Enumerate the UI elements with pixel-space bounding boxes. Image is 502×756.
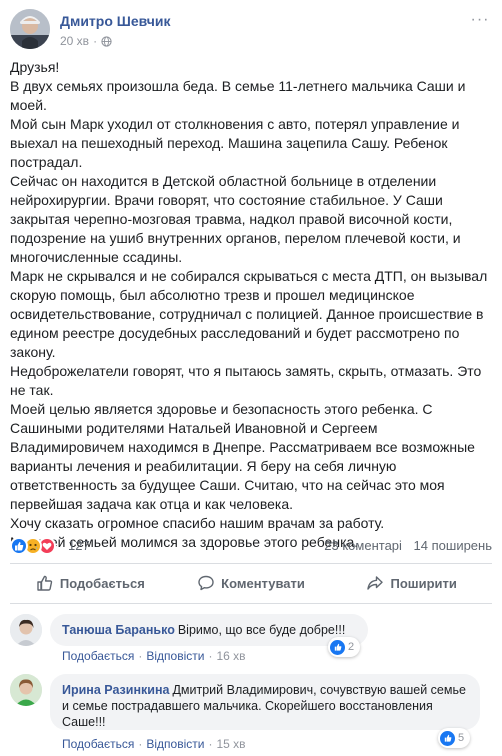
- comment-time[interactable]: 16 хв: [216, 649, 245, 663]
- share-button[interactable]: Поширити: [331, 566, 492, 600]
- commenter-avatar[interactable]: [10, 674, 42, 706]
- comment-button-label: Коментувати: [221, 575, 305, 591]
- comment-icon: [198, 575, 214, 591]
- comment-button[interactable]: Коментувати: [171, 566, 332, 600]
- like-icon: [330, 639, 345, 655]
- comment-item: Танюша Баранько Віримо, що все буде добре…: [10, 614, 492, 666]
- comment-text: Віримо, що все буде добре!!!: [177, 623, 346, 637]
- reaction-icons[interactable]: [10, 536, 56, 556]
- author-avatar[interactable]: [10, 9, 50, 49]
- thumbs-up-icon: [37, 575, 53, 591]
- post-paragraph: Мой сын Марк уходил от столкновения с ав…: [10, 116, 460, 170]
- post-paragraph: В двух семьях произошла беда. В семье 11…: [10, 78, 466, 113]
- more-options-icon[interactable]: ···: [468, 12, 492, 31]
- post-actions: Подобається Коментувати Поширити: [10, 566, 492, 600]
- comment-actions: Подобається · Відповісти · 15 хв: [62, 737, 246, 751]
- comment-actions: Подобається · Відповісти · 16 хв: [62, 649, 246, 663]
- post-meta: 20 хв ·: [60, 34, 112, 48]
- post-text: Друзья! В двух семьях произошла беда. В …: [10, 58, 492, 552]
- post-header: Дмитро Шевчик 20 хв · ···: [10, 9, 492, 53]
- post-paragraph: Хочу сказать огромное спасибо нашим врач…: [10, 515, 385, 531]
- post-paragraph: Друзья!: [10, 59, 60, 75]
- post-author-name[interactable]: Дмитро Шевчик: [60, 13, 170, 29]
- post-timestamp[interactable]: 20 хв: [60, 34, 89, 48]
- commenter-name[interactable]: Ирина Разинкина: [62, 683, 169, 697]
- reaction-count[interactable]: 127: [68, 538, 90, 553]
- divider: [10, 563, 492, 564]
- divider: [10, 603, 492, 604]
- share-icon: [367, 576, 384, 590]
- comment-reply-link[interactable]: Відповісти: [146, 737, 204, 751]
- comments-count[interactable]: 23 коментарі: [324, 538, 402, 553]
- commenter-name[interactable]: Танюша Баранько: [62, 623, 175, 637]
- post-paragraph: Марк не скрывался и не собирался скрыват…: [10, 268, 488, 360]
- post-paragraph: Недоброжелатели говорят, что я пытаюсь з…: [10, 363, 482, 398]
- comment-like-count: 5: [458, 732, 465, 744]
- post-paragraph: Сейчас он находится в Детской областной …: [10, 173, 461, 265]
- commenter-avatar[interactable]: [10, 614, 42, 646]
- comment-like-count: 2: [348, 641, 355, 653]
- comment-bubble: Ирина Разинкина Дмитрий Владимирович, соч…: [50, 674, 480, 730]
- reactions-summary: 127 23 коментарі 14 поширень: [10, 536, 492, 556]
- shares-count[interactable]: 14 поширень: [414, 538, 492, 553]
- like-icon: [440, 730, 455, 746]
- post-paragraph: Моей целью является здоровье и безопасно…: [10, 401, 475, 512]
- comment-reactions[interactable]: 5: [438, 728, 471, 748]
- like-icon: [10, 537, 28, 555]
- comment-bubble: Танюша Баранько Віримо, що все буде добре…: [50, 614, 368, 646]
- comment-time[interactable]: 15 хв: [216, 737, 245, 751]
- like-button-label: Подобається: [59, 575, 145, 591]
- comment-item: Ирина Разинкина Дмитрий Владимирович, соч…: [10, 674, 492, 754]
- like-button[interactable]: Подобається: [10, 566, 171, 600]
- globe-icon: [101, 35, 112, 47]
- comment-like-link[interactable]: Подобається: [62, 649, 134, 663]
- comment-reply-link[interactable]: Відповісти: [146, 649, 204, 663]
- engagement-stats: 23 коментарі 14 поширень: [324, 538, 492, 553]
- share-button-label: Поширити: [390, 575, 457, 591]
- comment-reactions[interactable]: 2: [328, 637, 361, 657]
- comment-like-link[interactable]: Подобається: [62, 737, 134, 751]
